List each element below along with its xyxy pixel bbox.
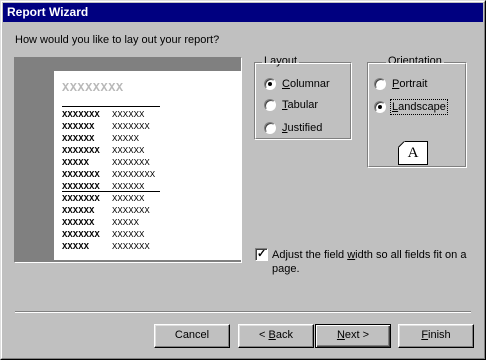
preview-row: XXXXX XXXXXXX [62, 242, 150, 253]
preview-row-label: XXXXXXX [62, 110, 100, 120]
report-wizard-window: Report Wizard How would you like to lay … [0, 0, 486, 360]
adjust-width-checkbox[interactable]: ✓ [255, 248, 268, 261]
adjust-width-label[interactable]: Adjust the field width so all fields fit… [272, 248, 472, 276]
cancel-button[interactable]: Cancel [154, 324, 230, 348]
layout-group: Layout Columnar Tabular Justified [254, 55, 352, 140]
preview-row-label: XXXXXXX [62, 230, 100, 240]
preview-row-label: XXXXX [62, 158, 90, 168]
preview-row-value: XXXXXXX [112, 206, 150, 216]
preview-row: XXXXXX XXXXX [62, 134, 139, 145]
window-title: Report Wizard [7, 5, 89, 19]
preview-page: XXXXXXXX XXXXXXX XXXXXX XXXXXX XXXXXXX XXXXX… [54, 71, 241, 260]
preview-row-value: XXXXXX [112, 230, 145, 240]
finish-button[interactable]: Finish [398, 324, 474, 348]
preview-row-value: XXXXXXXX [112, 170, 156, 180]
preview-row: XXXXXXXXXXXXX [62, 206, 150, 217]
radio-button[interactable] [264, 99, 276, 111]
preview-row: XXXXXXXXXXXXX [62, 146, 144, 157]
preview-row-label: XXXXXXX [62, 146, 100, 156]
preview-row: XXXXXXXXXXXXX [62, 122, 150, 133]
radio-dot [268, 82, 272, 86]
orientation-group: Orientation Portrait Landscape A [367, 55, 467, 168]
preview-row-value: XXXXX [112, 218, 140, 228]
radio-button[interactable] [374, 78, 386, 90]
separator [15, 311, 471, 313]
preview-row: XXXXXXXXXXXXX [62, 182, 144, 193]
preview-divider [62, 106, 160, 107]
back-button[interactable]: < Back [238, 324, 314, 348]
radio-portrait-label: Portrait [392, 78, 428, 90]
radio-button[interactable] [374, 101, 386, 113]
checkmark-icon: ✓ [257, 248, 267, 260]
preview-row-value: XXXXXXX [112, 242, 150, 252]
radio-button[interactable] [264, 122, 276, 134]
question-label: How would you like to lay out your repor… [15, 34, 220, 46]
preview-row: XXXXXXXXXXXXX [62, 110, 144, 121]
preview-row-label: XXXXXX [62, 206, 95, 216]
preview-row-label: XXXXXXX [62, 182, 100, 192]
radio-landscape-label: Landscape [390, 99, 448, 115]
radio-justified-label: Justified [282, 122, 323, 134]
radio-columnar-label: Columnar [282, 78, 330, 90]
preview-row-label: XXXXXXX [62, 194, 100, 204]
radio-button[interactable] [264, 78, 276, 90]
preview-row-value: XXXXXXX [112, 158, 150, 168]
page-letter: A [407, 145, 419, 161]
preview-title: XXXXXXXX [62, 81, 124, 95]
next-button[interactable]: Next > [315, 324, 391, 348]
preview-row: XXXXXXXXXXXXX [62, 194, 144, 205]
preview-row: XXXXXXXXXXXXX [62, 230, 144, 241]
preview-row: XXXXXXX XXXXXXXX [62, 170, 155, 181]
radio-tabular-label: Tabular [282, 99, 319, 111]
radio-dot [378, 105, 382, 109]
preview-row-value: XXXXXX [112, 146, 145, 156]
preview-row-value: XXXXXX [112, 182, 145, 192]
preview-row-value: XXXXX [112, 134, 140, 144]
preview-row: XXXXX XXXXXXX [62, 158, 150, 169]
title-bar[interactable]: Report Wizard [3, 3, 483, 22]
preview-row-label: XXXXXXX [62, 170, 100, 180]
orientation-legend: Orientation [386, 55, 444, 67]
preview-row-value: XXXXXXX [112, 122, 150, 132]
preview-row-label: XXXXX [62, 242, 90, 252]
preview-row-label: XXXXXX [62, 134, 95, 144]
preview-row-label: XXXXXX [62, 122, 95, 132]
preview-row-value: XXXXXX [112, 194, 145, 204]
preview-row-value: XXXXXX [112, 110, 145, 120]
layout-legend: Layout [262, 55, 300, 67]
preview-row: XXXXXX XXXXX [62, 218, 139, 229]
preview-row-label: XXXXXX [62, 218, 95, 228]
landscape-page-icon: A [398, 141, 428, 165]
layout-preview: XXXXXXXX XXXXXXX XXXXXX XXXXXX XXXXXXX XXXXX… [14, 57, 242, 263]
